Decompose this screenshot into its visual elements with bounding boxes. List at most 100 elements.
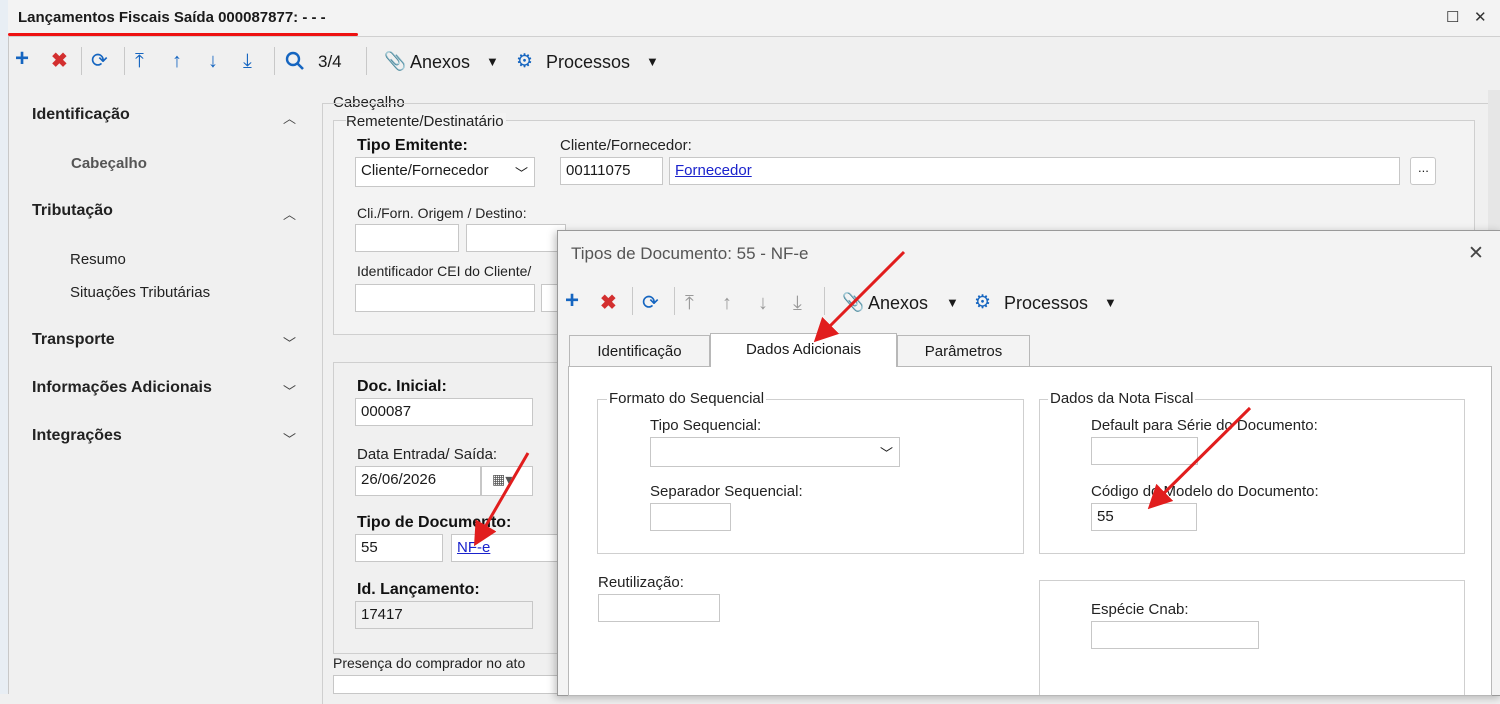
sidebar-item-situacoes-tributarias[interactable]: Situações Tributárias: [70, 284, 210, 301]
tipo-emitente-select[interactable]: Cliente/Fornecedor ﹀: [355, 157, 535, 187]
chevron-down-icon: ﹀: [879, 446, 893, 461]
next-record-icon[interactable]: ↓: [208, 50, 218, 72]
cliente-name-field[interactable]: Fornecedor: [669, 157, 1400, 185]
add-icon[interactable]: +: [565, 289, 579, 313]
maximize-button[interactable]: ☐: [1446, 8, 1459, 26]
background-window-edge: [0, 0, 9, 694]
especie-cnab-label: Espécie Cnab:: [1091, 601, 1189, 618]
anexos-menu[interactable]: 📎 Anexos ▼: [380, 48, 502, 76]
id-lancamento-field: 17417: [355, 601, 533, 629]
dialog-title: Tipos de Documento: 55 - NF-e: [571, 244, 809, 263]
paperclip-icon: 📎: [842, 292, 865, 312]
data-entrada-field[interactable]: 26/06/2026: [355, 466, 481, 496]
refresh-icon[interactable]: ⟳: [642, 292, 659, 314]
tipo-sequencial-select[interactable]: ﹀: [650, 437, 900, 467]
delete-icon[interactable]: ✖: [600, 292, 617, 314]
processos-menu[interactable]: ⚙ Processos ▼: [516, 48, 666, 76]
first-record-icon[interactable]: ⤒: [135, 50, 144, 72]
dialog-anexos-menu[interactable]: 📎 Anexos ▼: [838, 289, 962, 317]
tipo-documento-name-field[interactable]: NF-e: [451, 534, 561, 562]
origem-name-field[interactable]: [466, 224, 566, 252]
doc-inicial-field[interactable]: 000087: [355, 398, 533, 426]
chevron-up-icon[interactable]: ︿: [283, 108, 296, 127]
tipo-documento-link[interactable]: NF-e: [457, 539, 490, 556]
scrollbar[interactable]: [1488, 90, 1500, 230]
sidebar-item-cabecalho[interactable]: Cabeçalho: [71, 155, 147, 172]
tab-dados-adicionais[interactable]: Dados Adicionais: [710, 333, 897, 367]
first-record-icon: ⤒: [685, 292, 694, 314]
tab-parametros[interactable]: Parâmetros: [897, 335, 1030, 367]
tipo-emitente-label: Tipo Emitente:: [357, 137, 468, 154]
cliente-code-field[interactable]: 00111075: [560, 157, 663, 185]
search-icon[interactable]: [284, 50, 306, 76]
close-window-button[interactable]: ✕: [1474, 8, 1487, 26]
separador-sequencial-label: Separador Sequencial:: [650, 483, 803, 500]
chevron-down-icon: ▼: [1104, 295, 1117, 310]
anexos-label: Anexos: [410, 52, 471, 72]
gear-icon: ⚙: [974, 292, 992, 313]
tipo-sequencial-label: Tipo Sequencial:: [650, 417, 762, 434]
reutilizacao-label: Reutilização:: [598, 574, 684, 591]
tipo-documento-code-field[interactable]: 55: [355, 534, 443, 562]
remetente-group-label: Remetente/Destinatário: [346, 113, 506, 130]
presenca-label: Presença do comprador no ato: [333, 655, 526, 671]
last-record-icon[interactable]: ⤓: [243, 50, 252, 72]
sidebar-section-transporte[interactable]: Transporte: [32, 331, 115, 349]
calendar-icon[interactable]: ▦▾: [481, 466, 533, 496]
gear-icon: ⚙: [516, 51, 534, 72]
toolbar-separator: [366, 47, 367, 75]
toolbar-separator: [81, 47, 82, 75]
especie-cnab-field[interactable]: [1091, 621, 1259, 649]
sidebar-section-tributacao[interactable]: Tributação: [32, 202, 113, 220]
cliente-fornecedor-label: Cliente/Fornecedor:: [560, 137, 692, 154]
doc-inicial-label: Doc. Inicial:: [357, 378, 447, 395]
cliente-link[interactable]: Fornecedor: [675, 162, 752, 179]
add-icon[interactable]: +: [15, 47, 29, 71]
chevron-down-icon: ▼: [486, 54, 499, 69]
window-title-text: Lançamentos Fiscais Saída 000087877:: [18, 9, 299, 26]
codigo-modelo-field[interactable]: 55: [1091, 503, 1197, 531]
chevron-down-icon: ▼: [646, 54, 659, 69]
sidebar-section-informacoes-adicionais[interactable]: Informações Adicionais: [32, 379, 212, 397]
last-record-icon: ⤓: [793, 292, 802, 314]
dialog-close-icon[interactable]: ✕: [1468, 242, 1484, 265]
origem-code-field[interactable]: [355, 224, 459, 252]
toolbar-separator: [674, 287, 675, 315]
next-record-icon: ↓: [758, 292, 768, 314]
refresh-icon[interactable]: ⟳: [91, 50, 108, 72]
chevron-down-icon[interactable]: ﹀: [283, 429, 296, 448]
sidebar-section-identificacao[interactable]: Identificação: [32, 106, 130, 124]
codigo-modelo-label: Código do Modelo do Documento:: [1091, 483, 1319, 500]
browse-button[interactable]: ...: [1410, 157, 1436, 185]
chevron-down-icon[interactable]: ﹀: [283, 381, 296, 400]
paperclip-icon: 📎: [384, 51, 407, 71]
default-serie-field[interactable]: [1091, 437, 1198, 465]
delete-icon[interactable]: ✖: [51, 50, 68, 72]
cei-field[interactable]: [355, 284, 535, 312]
data-entrada-label: Data Entrada/ Saída:: [357, 446, 498, 463]
annotation-underline: [8, 33, 358, 36]
id-lancamento-label: Id. Lançamento:: [357, 581, 480, 598]
tab-identificacao[interactable]: Identificação: [569, 335, 710, 367]
previous-record-icon[interactable]: ↑: [172, 50, 182, 72]
origem-destino-label: Cli./Forn. Origem / Destino:: [357, 205, 527, 221]
chevron-up-icon[interactable]: ︿: [283, 204, 296, 223]
toolbar-separator: [824, 287, 825, 315]
chevron-down-icon: ▼: [946, 295, 959, 310]
cei-label: Identificador CEI do Cliente/: [357, 263, 532, 279]
toolbar-separator: [632, 287, 633, 315]
toolbar-separator: [124, 47, 125, 75]
anexos-label: Anexos: [868, 293, 929, 313]
window-title: Lançamentos Fiscais Saída 000087877: - -…: [18, 9, 326, 26]
formato-sequencial-label: Formato do Sequencial: [607, 390, 767, 407]
presenca-field[interactable]: [333, 675, 563, 694]
separador-sequencial-field[interactable]: [650, 503, 731, 531]
tipo-emitente-value: Cliente/Fornecedor: [361, 162, 489, 179]
toolbar-separator: [274, 47, 275, 75]
chevron-down-icon: ﹀: [514, 166, 528, 181]
sidebar-section-integracoes[interactable]: Integrações: [32, 427, 122, 445]
chevron-down-icon[interactable]: ﹀: [283, 333, 296, 352]
sidebar-item-resumo[interactable]: Resumo: [70, 251, 126, 268]
reutilizacao-field[interactable]: [598, 594, 720, 622]
dialog-processos-menu[interactable]: ⚙ Processos ▼: [974, 289, 1124, 317]
